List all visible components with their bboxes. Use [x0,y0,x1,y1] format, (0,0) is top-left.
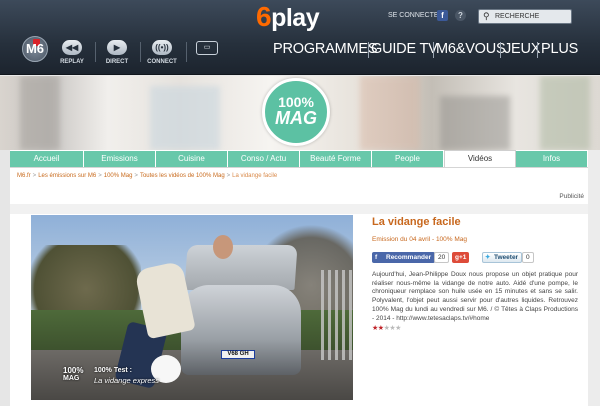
nav-connect-label: CONNECT [147,59,177,65]
menu-programmes[interactable]: PROGRAMMES [273,41,378,57]
google-plus-button[interactable]: g+1 [452,252,470,263]
breadcrumb-item[interactable]: M6.fr [17,173,31,179]
connect-icon: ((•)) [152,40,172,55]
video-scene [321,270,353,360]
tv-icon[interactable]: ▭ [196,41,218,55]
tweet-count: 0 [522,252,534,263]
facebook-recommend-button[interactable]: f Recommander [372,252,436,263]
menu-divider [500,42,501,58]
100-mag-logo[interactable]: 100% MAG [262,78,330,146]
nav-divider [140,42,141,62]
breadcrumb: M6.fr > Les émissions sur M6 >100% Mag > Tout… [17,173,277,179]
video-person [213,235,233,259]
star-empty-icon[interactable]: ★ [395,325,401,332]
video-car-hood [184,245,298,290]
tab-underline [10,167,588,168]
menu-guide-tv[interactable]: GUIDE TV [371,41,438,57]
mag-logo-top: 100% [278,94,314,110]
tweet-label: Tweeter [494,254,519,261]
social-buttons: f Recommander 20 g+1 ✦ Tweeter 0 [372,252,572,264]
ad-strip [10,204,588,214]
banner-backdrop [360,76,420,150]
section-tabs: Accueil Emissions Cuisine Conso / Actu B… [10,150,588,167]
video-description: Aujourd'hui, Jean-Philippe Doux nous pro… [372,271,578,322]
menu-divider [433,42,434,58]
overlay-logo-top: 100% [63,366,84,375]
facebook-recommend-label: Recommander [386,254,432,261]
rewind-icon: ◀◀ [62,40,82,55]
search-icon: ⚲ [483,11,490,21]
video-overlay-subtitle: La vidange express [94,376,160,385]
nav-replay-label: REPLAY [60,59,84,65]
banner-backdrop [440,96,510,150]
nav-connect-button[interactable]: ((•)) CONNECT [142,40,182,65]
nav-replay-button[interactable]: ◀◀ REPLAY [52,40,92,65]
6play-logo[interactable]: 6play [256,1,320,33]
ad-label: Publicité [559,193,584,200]
facebook-icon: f [375,254,378,261]
banner-backdrop [150,86,220,150]
show-banner: 100% MAG [0,76,600,150]
overlay-logo-bottom: MAG [63,375,80,382]
breadcrumb-item[interactable]: Les émissions sur M6 [38,173,96,179]
tab-cuisine[interactable]: Cuisine [156,151,228,167]
content-page: Accueil Emissions Cuisine Conso / Actu B… [10,150,588,406]
video-license-plate: V68 GH [221,350,255,359]
logo-six: 6 [256,1,272,32]
help-icon[interactable]: ? [455,10,466,21]
star-rating[interactable]: ★★★★★ [372,324,401,332]
menu-divider [368,42,369,58]
mag-logo-bottom: MAG [275,108,317,128]
video-title: La vidange facile [372,216,461,228]
video-car [181,285,301,375]
breadcrumb-item[interactable]: Toutes les vidéos de 100% Mag [140,173,225,179]
m6-logo[interactable]: M6 [22,36,48,62]
logo-play: play [271,4,320,32]
tab-people[interactable]: People [372,151,444,167]
breadcrumb-separator: > [134,173,138,179]
m6-logo-text: M6 [25,41,45,56]
breadcrumb-separator: > [32,173,37,179]
banner-backdrop [540,76,590,150]
tab-conso-actu[interactable]: Conso / Actu [228,151,300,167]
facebook-count: 20 [434,252,450,263]
nav-divider [95,42,96,62]
nav-direct-button[interactable]: ▶ DIRECT [97,40,137,65]
tab-emissions[interactable]: Emissions [84,151,156,167]
twitter-bird-icon: ✦ [485,254,491,261]
search-input[interactable]: ⚲ RECHERCHE [478,9,572,24]
search-placeholder: RECHERCHE [495,13,540,20]
tab-accueil[interactable]: Accueil [10,151,84,167]
nav-direct-label: DIRECT [105,59,129,65]
breadcrumb-current: La vidange facile [232,173,278,179]
menu-jeux[interactable]: JEUX [504,41,540,57]
tab-beaute-forme[interactable]: Beauté Forme [300,151,372,167]
video-player[interactable]: V68 GH 100% MAG 100% Test : La vidange e… [31,215,353,400]
tweet-button[interactable]: ✦ Tweeter [482,252,523,263]
banner-backdrop [20,76,60,150]
tab-infos[interactable]: Infos [516,151,588,167]
play-icon: ▶ [107,40,127,55]
login-link[interactable]: SE CONNECTER [388,12,444,19]
video-overlay-title: 100% Test : [94,367,132,374]
menu-divider [537,42,538,58]
tab-videos[interactable]: Vidéos [444,150,516,167]
video-overlay-logo: 100% MAG [63,367,83,383]
breadcrumb-item[interactable]: 100% Mag [104,173,133,179]
breadcrumb-separator: > [98,173,102,179]
right-margin [588,150,600,406]
facebook-icon[interactable]: f [437,10,448,21]
site-header: 6play SE CONNECTER f ? ⚲ RECHERCHE M6 ◀◀… [0,0,600,75]
nav-divider [186,42,187,62]
menu-m6-vous[interactable]: M6&VOUS [436,41,506,57]
menu-plus[interactable]: PLUS [541,41,578,57]
left-margin [0,150,10,406]
video-meta[interactable]: Emission du 04 avril - 100% Mag [372,236,467,243]
breadcrumb-separator: > [226,173,231,179]
